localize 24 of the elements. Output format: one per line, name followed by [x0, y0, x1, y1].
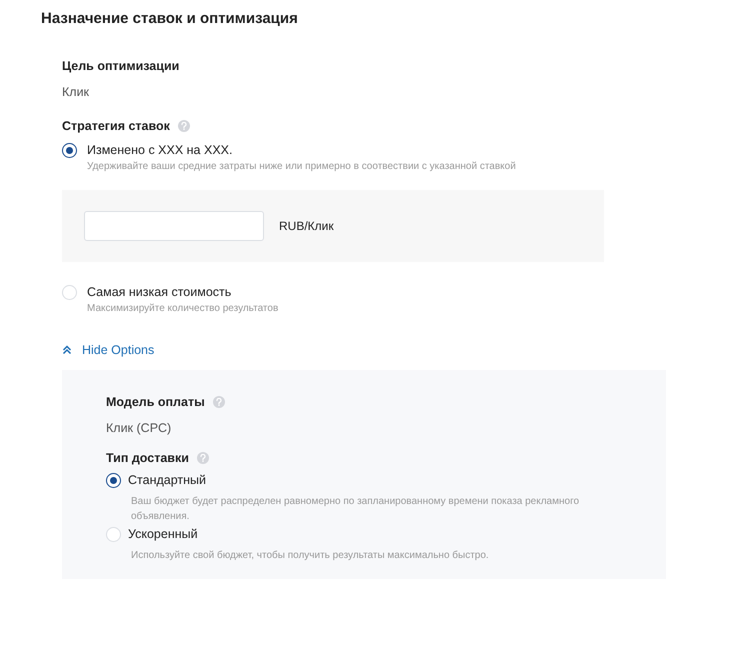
- option-description: Ваш бюджет будет распределен равномерно по запланированному времени показа рекламного объявления.: [131, 495, 580, 524]
- chevrons-icon: [62, 345, 72, 355]
- bid-input[interactable]: [84, 211, 264, 241]
- help-icon[interactable]: [196, 452, 209, 464]
- radio-label[interactable]: Самая низкая стоимость: [87, 284, 232, 300]
- option-description: Используйте свой бюджет, чтобы получить результаты максимально быстро.: [131, 549, 490, 563]
- radio-button[interactable]: [62, 142, 77, 158]
- section-title: Назначение ставок и оптимизация: [41, 10, 299, 28]
- option-description: Максимизируйте количество результатов: [87, 302, 280, 316]
- field-label: Тип доставки: [106, 450, 189, 466]
- radio-label[interactable]: Ускоренный: [128, 526, 198, 542]
- hide-options-toggle[interactable]: Hide Options: [62, 342, 154, 358]
- bid-unit: RUB/Клик: [279, 218, 334, 234]
- field-value: Клик: [62, 84, 90, 100]
- help-icon[interactable]: [212, 396, 225, 408]
- field-label: Стратегия ставок: [62, 118, 170, 134]
- field-label: Модель оплаты: [106, 394, 205, 410]
- field-label: Цель оптимизации: [62, 58, 180, 74]
- radio-label[interactable]: Изменено с XXX на XXX.: [87, 142, 232, 158]
- option-description: Удерживайте ваши средние затраты ниже или примерно в соотвествии с указанной ставкой: [87, 160, 517, 174]
- radio-button[interactable]: [106, 472, 121, 488]
- radio-label[interactable]: Стандартный: [128, 472, 206, 488]
- field-value: Клик (CPC): [106, 420, 172, 436]
- help-icon[interactable]: [178, 120, 190, 132]
